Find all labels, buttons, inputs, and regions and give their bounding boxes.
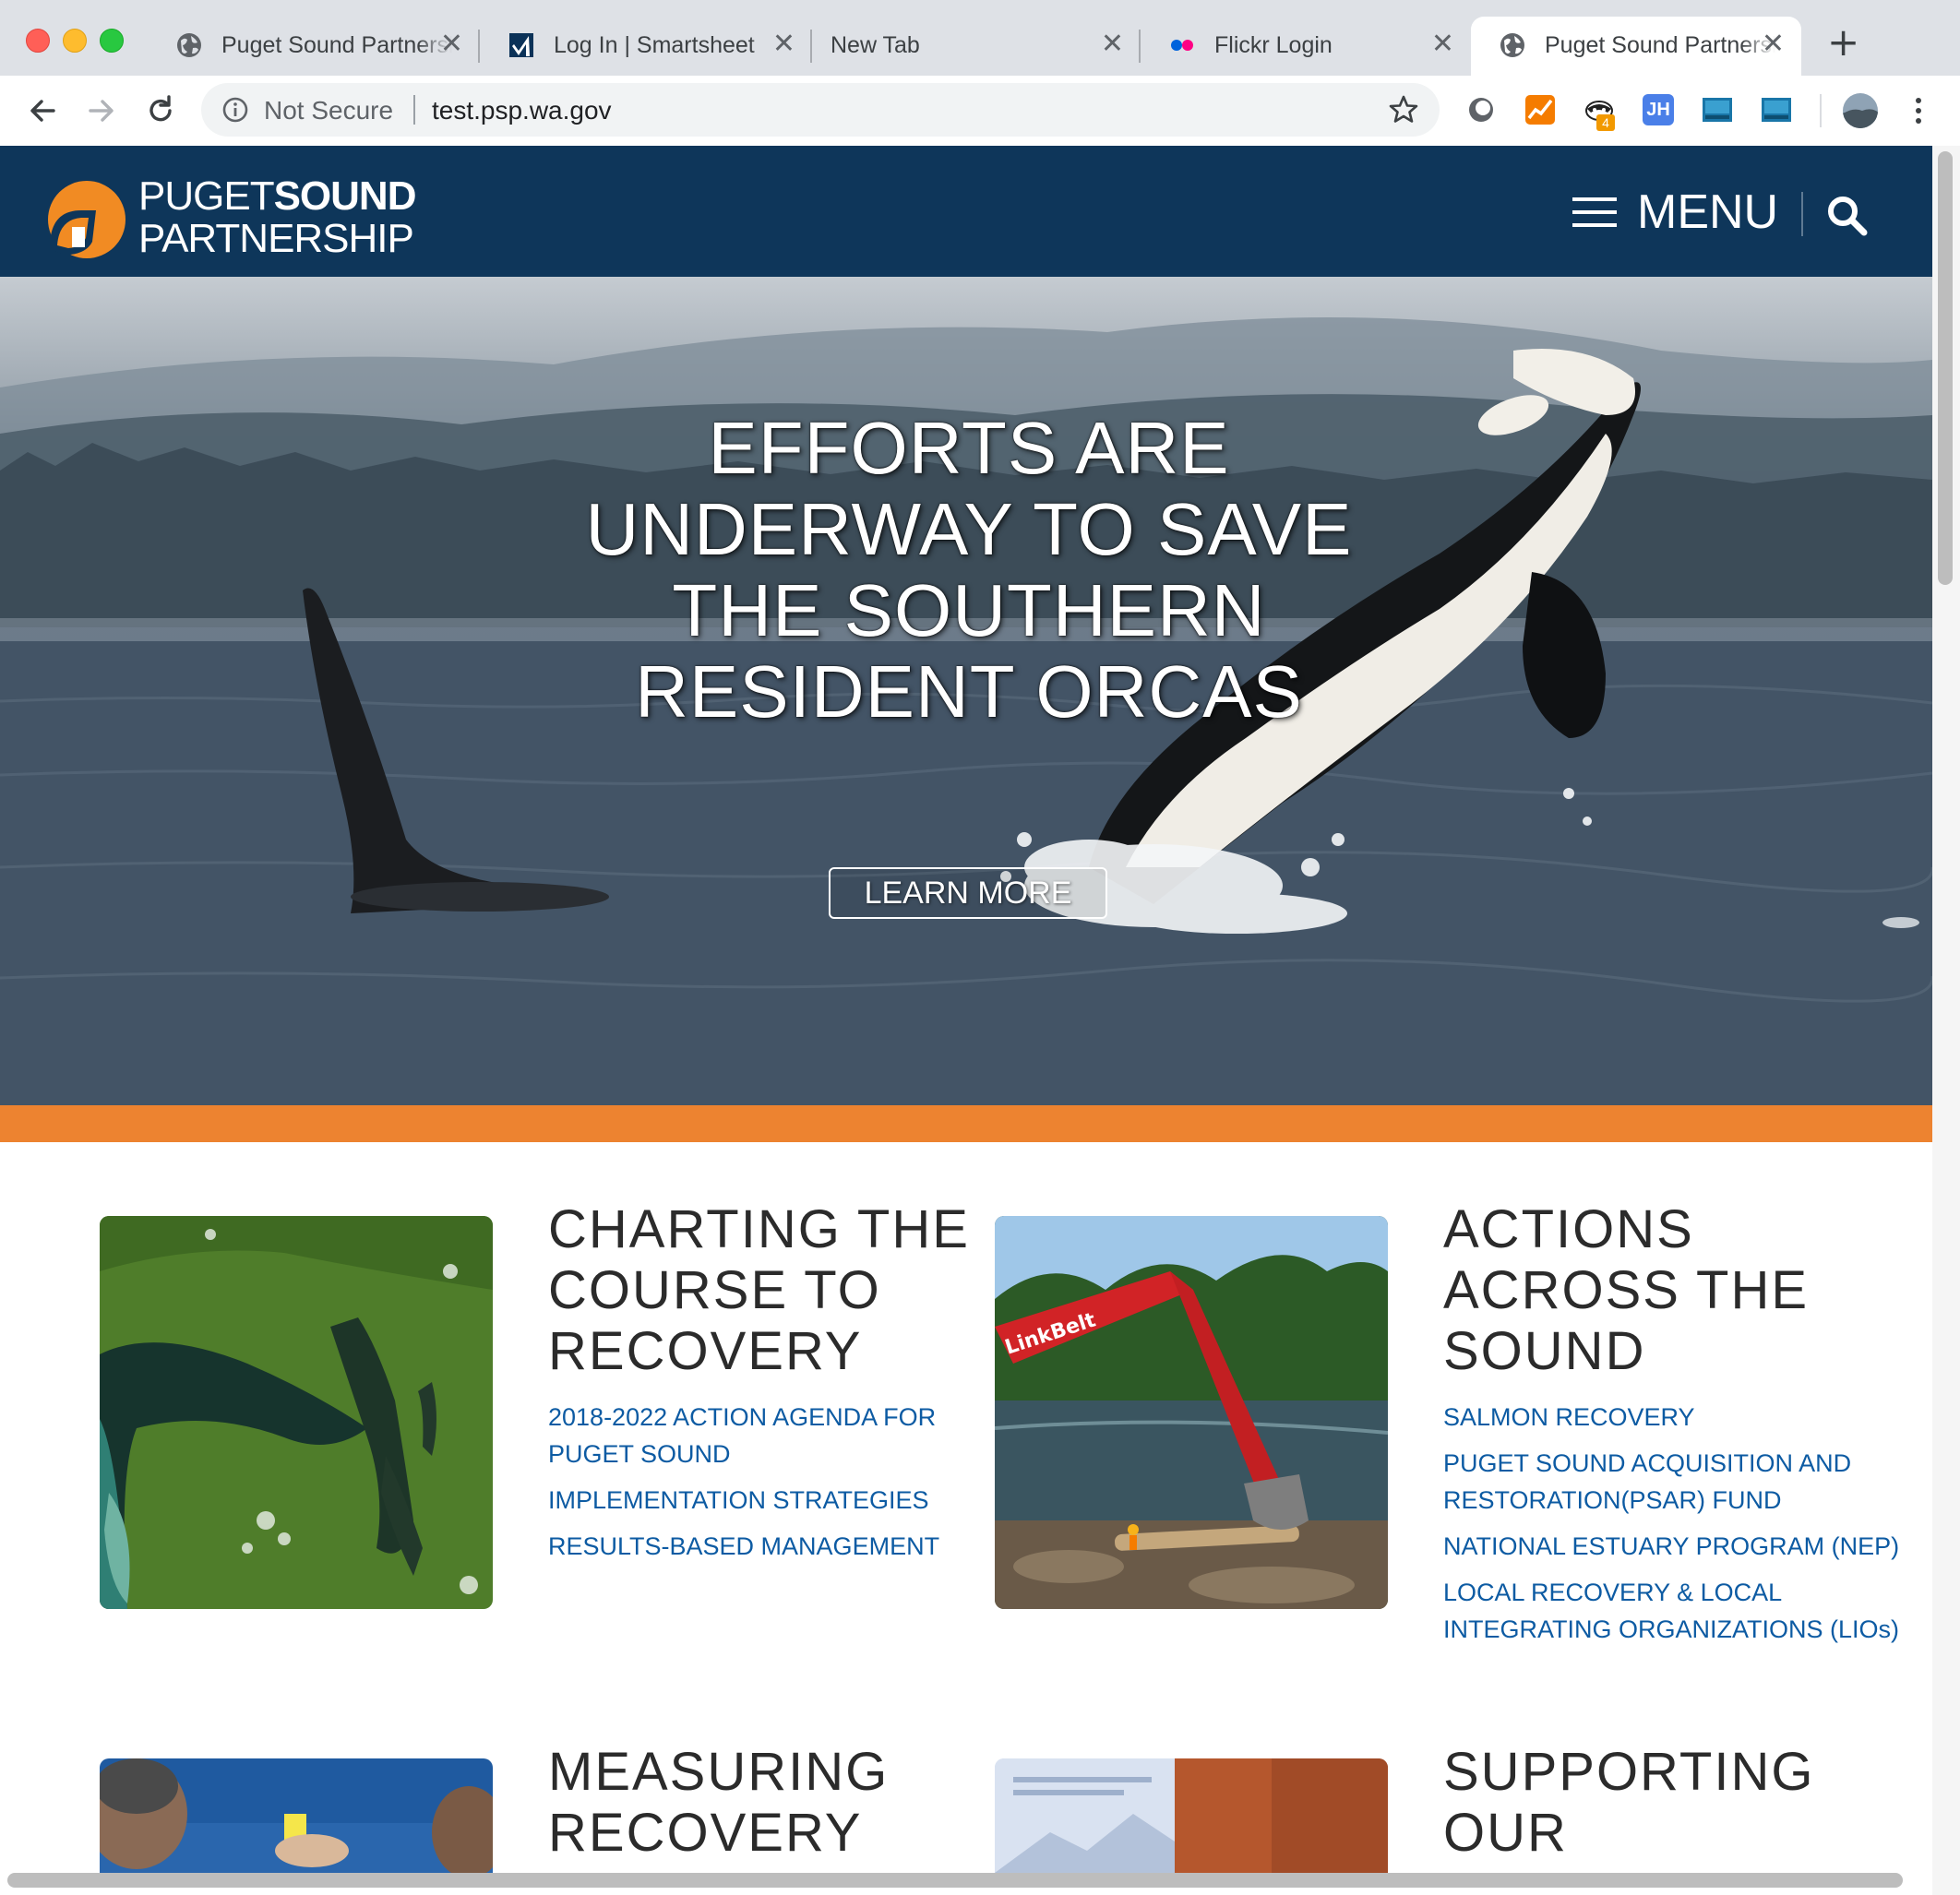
menu-button[interactable]: MENU <box>1572 185 1778 239</box>
hero-banner: EFFORTS ARE UNDERWAY TO SAVE THE SOUTHER… <box>0 277 1932 1105</box>
forward-arrow-icon[interactable] <box>83 92 120 129</box>
learn-more-button[interactable]: LEARN MORE <box>829 867 1107 919</box>
omnibox-separator <box>413 95 415 125</box>
tab-puget-sound-active[interactable]: Puget Sound Partnership ✕ <box>1471 17 1801 76</box>
reload-icon[interactable] <box>142 92 179 129</box>
back-arrow-icon[interactable] <box>24 92 61 129</box>
link-action-agenda[interactable]: 2018-2022 ACTION AGENDA FOR PUGET SOUND <box>548 1399 1028 1472</box>
fullscreen-window-button[interactable] <box>100 29 124 53</box>
security-label[interactable]: Not Secure <box>264 96 393 125</box>
close-icon[interactable]: ✕ <box>772 28 795 60</box>
url-text[interactable]: test.psp.wa.gov <box>432 96 612 125</box>
tab-title: New Tab <box>831 32 920 58</box>
tab-title: Puget Sound Partnership <box>221 32 452 58</box>
site-logo-text[interactable]: PUGETSOUND PARTNERSHIP <box>138 173 417 261</box>
flickr-icon <box>1171 40 1193 51</box>
new-tab-button[interactable]: + <box>1827 23 1859 62</box>
globe-icon <box>177 33 201 57</box>
smartsheet-icon <box>509 33 533 57</box>
tab-title: Log In | Smartsheet <box>554 32 755 58</box>
tab-title: Puget Sound Partnership <box>1545 32 1775 58</box>
more-options-icon[interactable] <box>1912 92 1925 129</box>
info-icon[interactable] <box>221 96 249 124</box>
profile-avatar[interactable] <box>1842 92 1879 129</box>
card-title-supporting: SUPPORTING OUR <box>1443 1742 1815 1863</box>
extension-circle-icon[interactable] <box>1465 94 1497 125</box>
close-icon[interactable]: ✕ <box>1101 28 1124 60</box>
satellite-map-image[interactable] <box>100 1216 493 1609</box>
logo-word-puget: PUGET <box>138 173 275 219</box>
logo-word-sound: SOUND <box>273 173 417 219</box>
close-icon[interactable]: ✕ <box>1762 28 1785 60</box>
excavator-image[interactable]: LinkBelt <box>995 1216 1388 1609</box>
card-title-charting: CHARTING THE COURSE TO RECOVERY <box>548 1199 970 1381</box>
card-title-measuring: MEASURING RECOVERY <box>548 1742 890 1863</box>
screen-extension-icon[interactable] <box>1702 94 1733 125</box>
link-national-estuary-program[interactable]: NATIONAL ESTUARY PROGRAM (NEP) <box>1443 1528 1923 1565</box>
tab-flickr[interactable]: Flickr Login ✕ <box>1141 17 1471 76</box>
measuring-image[interactable] <box>100 1758 493 1873</box>
tab-new-tab[interactable]: New Tab ✕ <box>812 17 1141 76</box>
minimize-window-button[interactable] <box>63 29 87 53</box>
menu-label: MENU <box>1637 185 1779 239</box>
logo-word-partnership: PARTNERSHIP <box>138 216 414 261</box>
close-icon[interactable]: ✕ <box>440 28 463 60</box>
link-psar-fund[interactable]: PUGET SOUND ACQUISITION AND RESTORATION(… <box>1443 1445 1923 1519</box>
tab-title: Flickr Login <box>1214 32 1333 58</box>
orange-accent-bar <box>0 1105 1932 1142</box>
site-header: PUGETSOUND PARTNERSHIP MENU <box>0 146 1932 277</box>
card-links-charting: 2018-2022 ACTION AGENDA FOR PUGET SOUND … <box>548 1399 1028 1574</box>
tab-smartsheet[interactable]: Log In | Smartsheet ✕ <box>480 17 812 76</box>
screen-extension-icon-2[interactable] <box>1761 94 1792 125</box>
tab-puget-sound-1[interactable]: Puget Sound Partnership ✕ <box>148 17 480 76</box>
card-links-actions: SALMON RECOVERY PUGET SOUND ACQUISITION … <box>1443 1399 1923 1657</box>
globe-icon <box>1500 33 1524 57</box>
puget-sound-satellite-photo <box>100 1216 493 1609</box>
bookmark-star-icon[interactable] <box>1388 94 1419 125</box>
hero-title: EFFORTS ARE UNDERWAY TO SAVE THE SOUTHER… <box>585 407 1353 733</box>
link-implementation-strategies[interactable]: IMPLEMENTATION STRATEGIES <box>548 1482 1028 1519</box>
hamburger-icon <box>1572 197 1617 227</box>
toolbar-separator <box>1820 94 1822 127</box>
vertical-scrollbar-thumb[interactable] <box>1938 151 1953 585</box>
supporting-image[interactable] <box>995 1758 1388 1873</box>
presentation-room-photo <box>995 1758 1388 1873</box>
puget-sound-logo-icon[interactable] <box>41 177 125 262</box>
excavator-river-photo: LinkBelt <box>995 1216 1388 1609</box>
browser-tab-bar: Puget Sound Partnership ✕ Log In | Smart… <box>0 0 1960 76</box>
analytics-extension-icon[interactable] <box>1524 94 1556 125</box>
search-icon[interactable] <box>1825 194 1868 236</box>
browser-toolbar: Not Secure test.psp.wa.gov 4 JH <box>0 76 1960 147</box>
card-title-actions: ACTIONS ACROSS THE SOUND <box>1443 1199 1810 1381</box>
close-window-button[interactable] <box>26 29 50 53</box>
jh-extension-icon[interactable]: JH <box>1643 94 1674 125</box>
link-local-recovery-lios[interactable]: LOCAL RECOVERY & LOCAL INTEGRATING ORGAN… <box>1443 1574 1923 1648</box>
link-salmon-recovery[interactable]: SALMON RECOVERY <box>1443 1399 1923 1436</box>
close-icon[interactable]: ✕ <box>1431 28 1454 60</box>
extension-badge: 4 <box>1596 114 1615 131</box>
horizontal-scrollbar-thumb[interactable] <box>7 1873 1903 1888</box>
header-divider <box>1801 192 1803 236</box>
link-results-based-management[interactable]: RESULTS-BASED MANAGEMENT <box>548 1528 1028 1565</box>
address-bar[interactable]: Not Secure test.psp.wa.gov <box>201 83 1440 137</box>
people-on-boat-photo <box>100 1758 493 1873</box>
